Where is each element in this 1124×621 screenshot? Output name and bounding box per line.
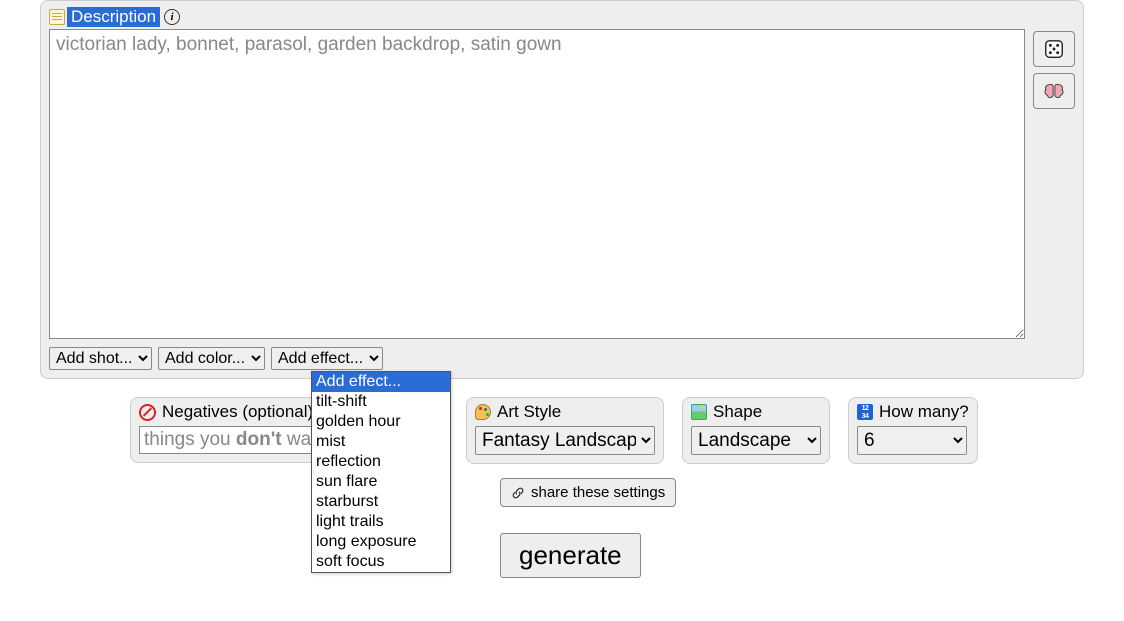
note-icon xyxy=(49,9,65,25)
add-shot-select[interactable]: Add shot... xyxy=(49,347,152,370)
shape-select[interactable]: Landscape xyxy=(691,426,821,455)
effect-option[interactable]: mist xyxy=(312,432,450,452)
share-label: share these settings xyxy=(531,484,665,501)
effect-option[interactable]: sun flare xyxy=(312,472,450,492)
add-color-select[interactable]: Add color... xyxy=(158,347,265,370)
effect-option[interactable]: golden hour xyxy=(312,412,450,432)
link-icon xyxy=(511,486,525,500)
add-select-row: Add shot... Add color... Add effect... A… xyxy=(49,347,1075,370)
effect-option[interactable]: reflection xyxy=(312,452,450,472)
bottom-row: share these settings generate xyxy=(500,478,1124,578)
effect-option[interactable]: soft focus xyxy=(312,552,450,572)
numbers-icon: 12 34 xyxy=(857,404,873,420)
art-style-select[interactable]: Fantasy Landscape xyxy=(475,426,655,455)
add-effect-dropdown[interactable]: Add effect... tilt-shift golden hour mis… xyxy=(311,371,451,573)
brain-button[interactable] xyxy=(1033,73,1075,109)
how-many-label: How many? xyxy=(879,402,969,422)
side-buttons xyxy=(1033,31,1075,109)
no-icon xyxy=(139,404,156,421)
art-style-group: Art Style Fantasy Landscape xyxy=(466,397,664,464)
add-effect-select[interactable]: Add effect... xyxy=(271,347,383,370)
how-many-label-row: 12 34 How many? xyxy=(857,402,969,422)
negatives-placeholder-prefix: things you xyxy=(144,429,236,450)
description-label: Description xyxy=(67,7,160,27)
effect-option[interactable]: starburst xyxy=(312,492,450,512)
effect-option[interactable]: tilt-shift xyxy=(312,392,450,412)
shape-label: Shape xyxy=(713,402,762,422)
shape-group: Shape Landscape xyxy=(682,397,830,464)
picture-icon xyxy=(691,404,707,420)
how-many-select[interactable]: 6 xyxy=(857,426,967,455)
info-icon[interactable]: i xyxy=(164,9,180,25)
description-header: Description i xyxy=(49,7,1075,27)
effect-option[interactable]: long exposure xyxy=(312,532,450,552)
effect-option[interactable]: Add effect... xyxy=(312,372,450,392)
how-many-group: 12 34 How many? 6 xyxy=(848,397,978,464)
randomize-button[interactable] xyxy=(1033,31,1075,67)
dice-icon xyxy=(1043,38,1065,60)
negatives-placeholder-bold: don't xyxy=(236,429,282,450)
brain-icon xyxy=(1043,82,1065,100)
palette-icon xyxy=(475,404,491,420)
description-row xyxy=(49,29,1075,339)
effect-option[interactable]: light trails xyxy=(312,512,450,532)
share-settings-button[interactable]: share these settings xyxy=(500,478,676,507)
controls-row: Negatives (optional) things you don't wa… xyxy=(130,397,1124,464)
art-style-label-row: Art Style xyxy=(475,402,655,422)
description-textarea[interactable] xyxy=(49,29,1025,339)
art-style-label: Art Style xyxy=(497,402,561,422)
description-panel: Description i Ad xyxy=(40,0,1084,379)
negatives-label: Negatives (optional) xyxy=(162,402,313,422)
generate-button[interactable]: generate xyxy=(500,533,641,578)
shape-label-row: Shape xyxy=(691,402,821,422)
